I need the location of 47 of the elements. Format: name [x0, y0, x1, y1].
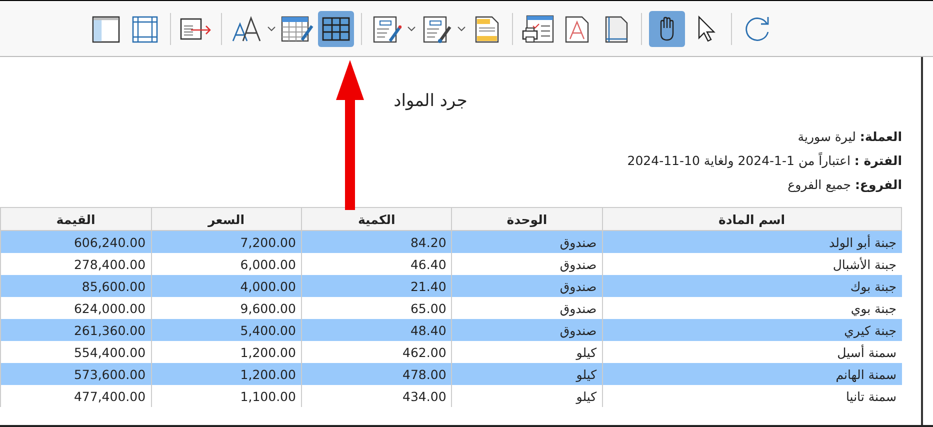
report-info-line: الفروع: جميع الفروع — [788, 177, 902, 192]
table-brush-icon — [280, 14, 314, 44]
table-cell: 85,600.00 — [0, 275, 152, 297]
table-cell: سمنة تانيا — [602, 385, 902, 407]
table-cell: 573,600.00 — [0, 363, 152, 385]
caret-icon[interactable] — [457, 26, 466, 32]
table-cell: 48.40 — [301, 319, 452, 341]
column-header: السعر — [151, 208, 302, 230]
table-cell: 7,200.00 — [151, 230, 302, 253]
table-cell: صندوق — [452, 275, 602, 297]
table-cell: 434.00 — [301, 385, 452, 407]
table-cell: صندوق — [452, 230, 602, 253]
margins-icon — [130, 14, 160, 44]
table-cell: 5,400.00 — [151, 319, 302, 341]
layout-icon — [91, 14, 121, 44]
column-header: الكمية — [301, 208, 452, 230]
table-cell: 4,000.00 — [151, 275, 302, 297]
table-cell: جبنة أبو الولد — [602, 230, 902, 253]
table-cell: كيلو — [452, 363, 602, 385]
caret-icon[interactable] — [407, 26, 416, 32]
form-pencil-icon — [371, 14, 403, 44]
column-header: اسم المادة — [602, 208, 902, 230]
table-cell: 1,200.00 — [151, 363, 302, 385]
column-header: القيمة — [0, 208, 152, 230]
form-brush-icon — [421, 14, 453, 44]
table-cell: 84.20 — [301, 230, 452, 253]
page-letter-icon — [563, 14, 591, 44]
table-cell: 478.00 — [301, 363, 452, 385]
table-cell: صندوق — [452, 319, 602, 341]
report-info-line: العملة: ليرة سورية — [798, 129, 902, 144]
report-title: جرد المواد — [392, 91, 468, 111]
table-cell: 606,240.00 — [0, 230, 152, 253]
table-cell: 477,400.00 — [0, 385, 152, 407]
hand-button[interactable] — [649, 10, 685, 46]
page-icon — [473, 14, 501, 44]
table-cell: جبنة بوك — [602, 275, 902, 297]
table-cell: 21.40 — [301, 275, 452, 297]
table-cell: 261,360.00 — [0, 319, 152, 341]
grid-button[interactable] — [318, 10, 354, 46]
table-cell: كيلو — [452, 385, 602, 407]
column-header: الوحدة — [452, 208, 602, 230]
report-info-line: الفترة : اعتباراً من 1-1-2024 ولغاية 10-11-2024 — [627, 153, 902, 168]
caret-icon[interactable] — [267, 26, 276, 32]
printer-list-icon — [521, 14, 555, 44]
table-cell: سمنة الهانم — [602, 363, 902, 385]
table-cell: 1,100.00 — [151, 385, 302, 407]
table-cell: جبنة كيري — [602, 319, 902, 341]
